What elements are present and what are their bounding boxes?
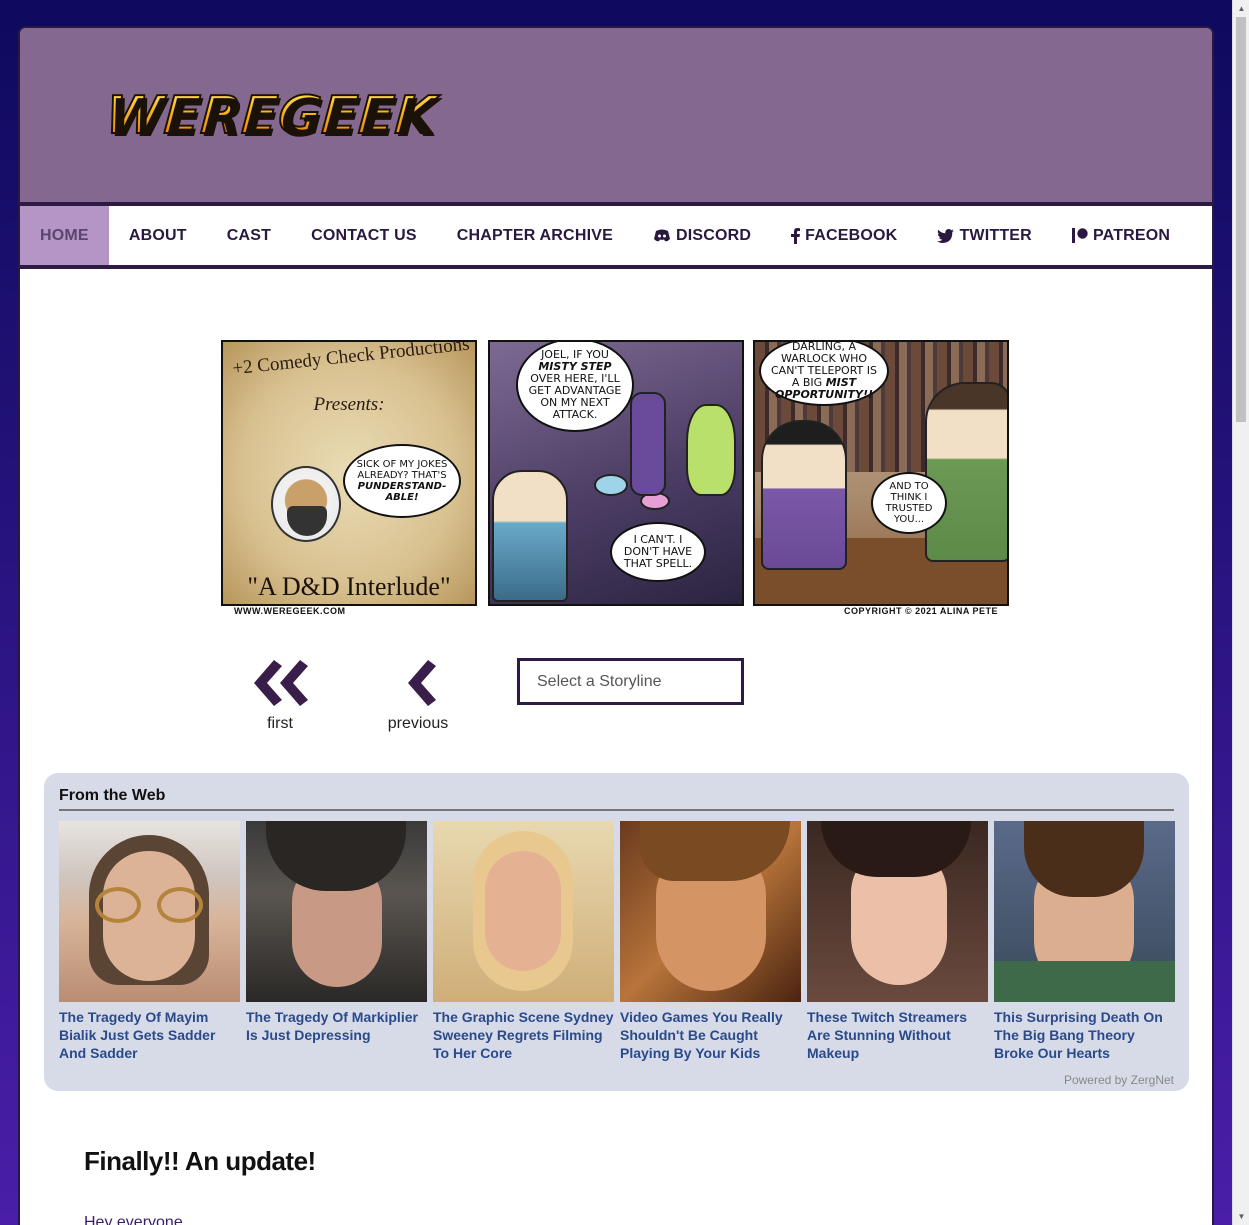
nav-discord[interactable]: DISCORD [633,206,771,265]
panel1-arc-text: +2 Comedy Check Productions [231,340,471,380]
nav-about[interactable]: ABOUT [109,206,207,265]
panel2-slime-green [686,404,736,496]
previous-label: previous [387,715,449,732]
nav-archive-label: CHAPTER ARCHIVE [456,226,613,244]
site-banner: WEREGEEK [20,28,1212,206]
panel3-man [925,382,1007,562]
nav-facebook[interactable]: FACEBOOK [771,206,917,265]
web-card-thumb [246,821,427,1002]
nav-contact-label: CONTACT US [311,226,417,244]
panel1-bubble-text: Sick of my jokes already? That's [356,459,448,481]
first-comic-button[interactable]: first [244,658,316,733]
panel2-character-mage [630,392,666,496]
nav-discord-label: DISCORD [675,226,752,244]
powered-by-zergnet[interactable]: Powered by ZergNet [1064,1073,1174,1087]
panel2-bubble-1: Joel, if you misty step over here, I'll … [516,342,634,432]
panel3-woman [761,420,847,570]
twitter-icon [937,228,955,243]
panel3-bubble1-emph: mist opportunity!! [774,376,874,401]
nav-home[interactable]: HOME [20,206,109,265]
comic-credit-copyright: COPYRIGHT © 2021 ALINA PETE [844,606,998,616]
post-first-line: Hey everyone, [84,1214,188,1225]
patreon-icon [1071,228,1088,243]
panel3-bubble-2: And to think I trusted you... [871,472,947,534]
web-card[interactable]: Video Games You Really Shouldn't Be Caug… [620,821,801,1062]
site-logo[interactable]: WEREGEEK [103,85,440,147]
nav-facebook-label: FACEBOOK [805,226,898,244]
nav-patreon-label: PATREON [1092,226,1171,244]
nav-chapter-archive[interactable]: CHAPTER ARCHIVE [437,206,633,265]
web-card-caption: Video Games You Really Shouldn't Be Caug… [620,1009,783,1061]
web-card-caption: These Twitch Streamers Are Stunning With… [807,1009,968,1061]
web-card-thumb [433,821,614,1002]
nav-contact-us[interactable]: CONTACT US [291,206,437,265]
panel1-title: "A D&D Interlude" [247,572,451,601]
panel2-character-elf [492,470,568,602]
panel2-slime-blue [594,474,628,496]
panel3-bubble-1: Darling, a warlock who can't teleport is… [759,340,889,406]
previous-comic-button[interactable]: previous [382,658,454,733]
web-card-thumb [620,821,801,1002]
web-card-thumb [59,821,240,1002]
comic-credit-site: WWW.WEREGEEK.COM [234,606,346,616]
facebook-icon [791,227,801,244]
panel1-presents: Presents: [313,394,385,415]
nav-cast[interactable]: CAST [207,206,291,265]
nav-home-label: HOME [40,226,89,244]
panel3-bubble2-text: And to think I trusted you... [885,481,933,525]
nav-twitter[interactable]: TWITTER [917,206,1052,265]
panel1-bubble: Sick of my jokes already? That's punders… [343,444,461,518]
from-the-web-title: From the Web [59,787,1174,811]
panel2-bubble2-text: I can't. I don't have that spell. [623,533,693,570]
comic-strip: +2 Comedy Check Productions Presents: Si… [220,340,1012,620]
vertical-scrollbar[interactable]: ▲ ▼ [1232,0,1249,1225]
nav-cast-label: CAST [226,226,272,244]
comic-panel-3: Darling, a warlock who can't teleport is… [753,340,1009,606]
discord-icon [653,229,671,243]
panel1-bubble-emph: punderstand-able! [357,481,447,503]
web-card[interactable]: The Graphic Scene Sydney Sweeney Regrets… [433,821,614,1062]
web-card-caption: The Graphic Scene Sydney Sweeney Regrets… [433,1009,614,1061]
page-container: WEREGEEK HOME ABOUT CAST CONTACT US CHAP… [18,26,1214,1225]
nav-about-label: ABOUT [128,226,187,244]
main-nav: HOME ABOUT CAST CONTACT US CHAPTER ARCHI… [20,206,1212,269]
double-chevron-left-icon [244,658,316,713]
scrollbar-thumb[interactable] [1236,17,1246,422]
web-card[interactable]: This Surprising Death On The Big Bang Th… [994,821,1175,1062]
web-card-thumb [807,821,988,1002]
storyline-placeholder: Select a Storyline [537,672,662,690]
web-card-caption: The Tragedy Of Mayim Bialik Just Gets Sa… [59,1009,216,1061]
scroll-up-icon[interactable]: ▲ [1233,0,1249,17]
comic-panel-2: Joel, if you misty step over here, I'll … [488,340,744,606]
web-card-caption: The Tragedy Of Markiplier Is Just Depres… [246,1009,418,1043]
nav-patreon[interactable]: PATREON [1052,206,1190,265]
first-label: first [267,715,293,732]
web-card[interactable]: The Tragedy Of Markiplier Is Just Depres… [246,821,427,1062]
storyline-select[interactable]: Select a Storyline [517,658,744,705]
web-card-thumb [994,821,1175,1002]
web-card[interactable]: These Twitch Streamers Are Stunning With… [807,821,988,1062]
panel2-bubble-2: I can't. I don't have that spell. [610,522,706,582]
scroll-down-icon[interactable]: ▼ [1233,1208,1249,1225]
from-the-web-widget: From the Web The Tragedy Of Mayim Bialik… [44,773,1189,1091]
comic-panel-1: +2 Comedy Check Productions Presents: Si… [221,340,477,606]
web-card-caption: This Surprising Death On The Big Bang Th… [994,1009,1163,1061]
web-cards: The Tragedy Of Mayim Bialik Just Gets Sa… [59,821,1175,1062]
nav-twitter-label: TWITTER [959,226,1032,244]
post-title: Finally!! An update! [84,1146,316,1176]
chevron-left-icon [382,658,454,713]
panel2-bubble1-b: over here, I'll get advantage on my next… [528,372,622,421]
web-card[interactable]: The Tragedy Of Mayim Bialik Just Gets Sa… [59,821,240,1062]
panel3-bubble1-a: Darling, a warlock who can't teleport is… [771,340,877,389]
